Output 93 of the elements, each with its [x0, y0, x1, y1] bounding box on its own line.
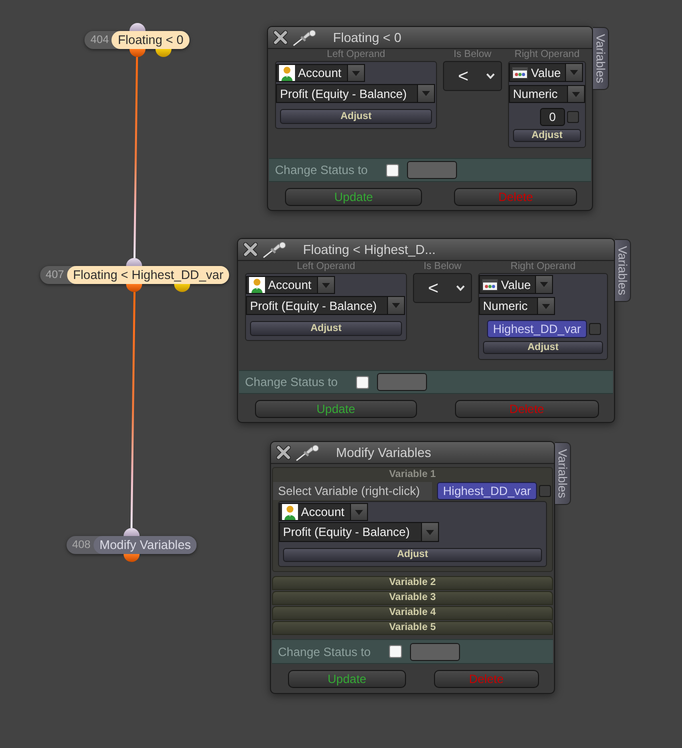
- checkbox[interactable]: [567, 111, 579, 123]
- source-dropdown[interactable]: Account: [279, 503, 368, 521]
- chevron-icon: [456, 285, 465, 291]
- checkbox[interactable]: [356, 376, 369, 388]
- comparator-select[interactable]: <: [413, 273, 472, 303]
- close-icon[interactable]: [273, 30, 288, 45]
- caret-icon[interactable]: [350, 504, 367, 520]
- node-label: Floating < 0: [112, 31, 190, 49]
- caret-icon[interactable]: [565, 64, 582, 81]
- variable-field[interactable]: Highest_DD_var: [437, 482, 538, 500]
- node-label: Modify Variables: [93, 536, 197, 554]
- checkbox[interactable]: [388, 645, 402, 658]
- status-label: Change Status to: [275, 162, 368, 179]
- variables-tab[interactable]: Variables: [555, 442, 571, 505]
- display-icon: [482, 278, 498, 290]
- type-dropdown[interactable]: Numeric: [479, 297, 555, 315]
- checkbox[interactable]: [386, 164, 399, 176]
- update-button[interactable]: Update: [255, 400, 417, 418]
- checkbox[interactable]: [589, 323, 601, 335]
- source-dropdown[interactable]: Account: [246, 276, 335, 294]
- output-port-icon[interactable]: [155, 49, 172, 57]
- column-heading: Is Below: [452, 49, 492, 61]
- section-header[interactable]: Variable 5: [272, 621, 553, 635]
- column-heading: Right Operand: [513, 49, 581, 61]
- pin-icon[interactable]: [293, 30, 316, 46]
- field-dropdown[interactable]: Profit (Equity - Balance): [279, 522, 439, 542]
- caret-icon[interactable]: [387, 297, 404, 314]
- close-icon[interactable]: [276, 445, 291, 460]
- person-icon: [249, 277, 265, 293]
- comparator-select[interactable]: <: [443, 61, 502, 91]
- caret-icon[interactable]: [317, 277, 334, 293]
- update-button[interactable]: Update: [288, 670, 406, 688]
- status-label: Change Status to: [245, 374, 338, 391]
- output-port-icon[interactable]: [124, 554, 140, 562]
- update-button[interactable]: Update: [285, 188, 422, 206]
- node-label: Floating < Highest_DD_var: [66, 266, 230, 284]
- checkbox[interactable]: [539, 485, 552, 497]
- panel-title: Floating < Highest_D...: [303, 240, 436, 259]
- column-heading: Left Operand: [326, 49, 386, 61]
- column-heading: Left Operand: [296, 261, 356, 273]
- chevron-icon: [486, 73, 495, 79]
- pin-icon[interactable]: [296, 444, 319, 460]
- section-header[interactable]: Variable 1: [273, 468, 552, 482]
- input-port-icon[interactable]: [124, 528, 140, 536]
- display-icon: [512, 66, 528, 78]
- person-icon: [279, 65, 295, 81]
- status-field[interactable]: [410, 642, 460, 660]
- adjust-button[interactable]: Adjust: [483, 341, 603, 354]
- status-label: Change Status to: [278, 644, 371, 660]
- source-dropdown[interactable]: Value: [509, 63, 583, 82]
- close-icon[interactable]: [243, 242, 258, 257]
- column-heading: Is Below: [422, 261, 462, 273]
- section-header[interactable]: Variable 4: [272, 606, 553, 620]
- output-port-icon[interactable]: [129, 49, 145, 57]
- type-dropdown[interactable]: Numeric: [509, 85, 585, 103]
- status-field[interactable]: [406, 161, 457, 179]
- node-number: 404: [89, 32, 110, 48]
- variables-tab[interactable]: Variables: [615, 239, 631, 302]
- caret-icon[interactable]: [417, 85, 434, 102]
- column-heading: Right Operand: [509, 261, 577, 273]
- node-number: 408: [71, 538, 92, 553]
- field-dropdown[interactable]: Profit (Equity - Balance): [246, 296, 405, 315]
- field-label: Select Variable (right-click): [273, 482, 432, 500]
- source-dropdown[interactable]: Account: [276, 64, 365, 82]
- flow-node[interactable]: 407 Floating < Highest_DD_var: [40, 266, 230, 284]
- flow-node[interactable]: 404 Floating < 0: [84, 31, 190, 49]
- caret-icon[interactable]: [347, 65, 364, 81]
- status-field[interactable]: [376, 373, 427, 391]
- input-port-icon[interactable]: [129, 23, 145, 31]
- panel-title: Modify Variables: [336, 444, 432, 462]
- adjust-button[interactable]: Adjust: [280, 109, 432, 124]
- flow-node[interactable]: 408 Modify Variables: [66, 536, 197, 554]
- adjust-button[interactable]: Adjust: [513, 129, 581, 142]
- source-dropdown[interactable]: Value: [479, 275, 553, 294]
- caret-icon[interactable]: [421, 523, 438, 541]
- panel-title: Floating < 0: [333, 28, 402, 47]
- output-port-icon[interactable]: [174, 284, 190, 292]
- field-dropdown[interactable]: Profit (Equity - Balance): [276, 84, 435, 103]
- section-header[interactable]: Variable 3: [272, 591, 553, 605]
- caret-icon[interactable]: [567, 86, 584, 102]
- person-icon: [282, 504, 298, 520]
- node-number: 407: [44, 268, 65, 283]
- variable-field[interactable]: Highest_DD_var: [486, 320, 587, 338]
- input-port-icon[interactable]: [126, 258, 142, 266]
- pin-icon[interactable]: [263, 242, 286, 258]
- section-header[interactable]: Variable 2: [272, 576, 553, 590]
- value-field[interactable]: 0: [540, 108, 565, 126]
- caret-icon[interactable]: [537, 298, 554, 314]
- caret-icon[interactable]: [535, 276, 552, 293]
- adjust-button[interactable]: Adjust: [250, 321, 402, 336]
- adjust-button[interactable]: Adjust: [283, 548, 542, 562]
- variables-tab[interactable]: Variables: [593, 27, 609, 90]
- output-port-icon[interactable]: [126, 284, 142, 292]
